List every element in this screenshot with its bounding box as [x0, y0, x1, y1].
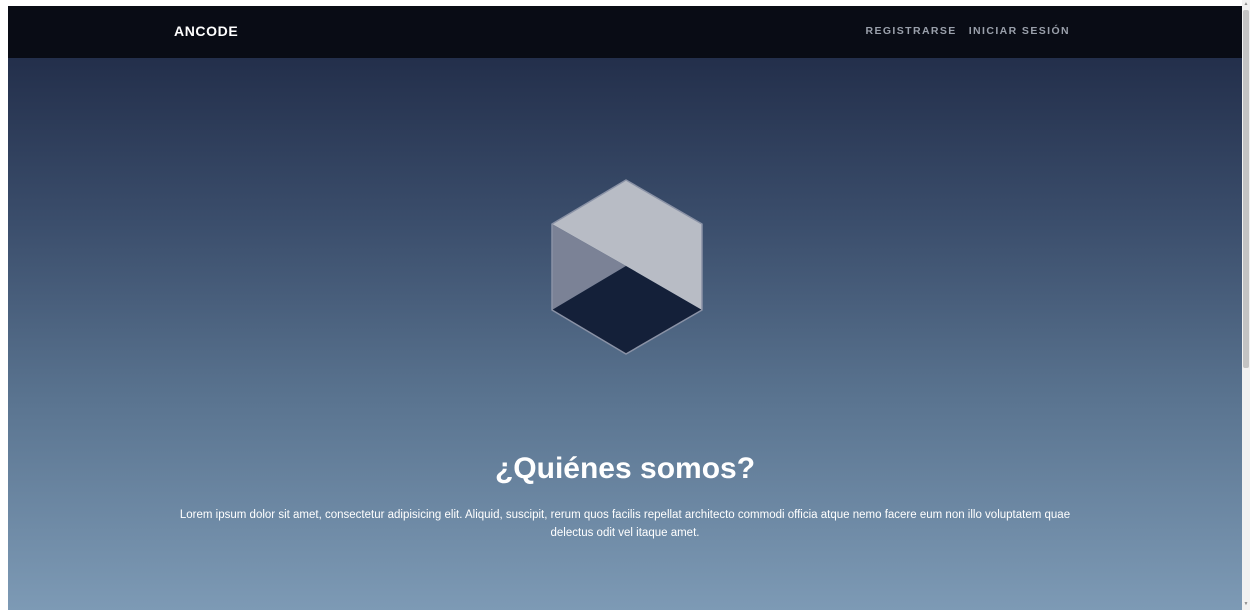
- scroll-up-arrow-icon[interactable]: ▲: [1243, 0, 1249, 8]
- cube-logo-svg: [551, 179, 703, 355]
- vertical-scrollbar[interactable]: ▲ ▼: [1242, 0, 1250, 610]
- scroll-down-arrow-icon[interactable]: ▼: [1243, 600, 1249, 608]
- login-link[interactable]: INICIAR SESIÓN: [969, 25, 1070, 37]
- scrollbar-thumb[interactable]: [1243, 10, 1249, 368]
- page-frame: ANCODE REGISTRARSE INICIAR SESIÓN ¿Quién…: [8, 6, 1242, 610]
- nav-links: REGISTRARSE INICIAR SESIÓN: [865, 25, 1070, 37]
- page-title: ¿Quiénes somos?: [494, 452, 756, 485]
- brand-logo[interactable]: ANCODE: [174, 23, 238, 39]
- hexagon-cube-icon: [548, 178, 708, 360]
- register-link[interactable]: REGISTRARSE: [865, 25, 956, 37]
- navbar: ANCODE REGISTRARSE INICIAR SESIÓN: [8, 6, 1242, 58]
- hero-description: Lorem ipsum dolor sit amet, consectetur …: [179, 509, 1071, 539]
- hero-section: ¿Quiénes somos? Lorem ipsum dolor sit am…: [8, 58, 1242, 610]
